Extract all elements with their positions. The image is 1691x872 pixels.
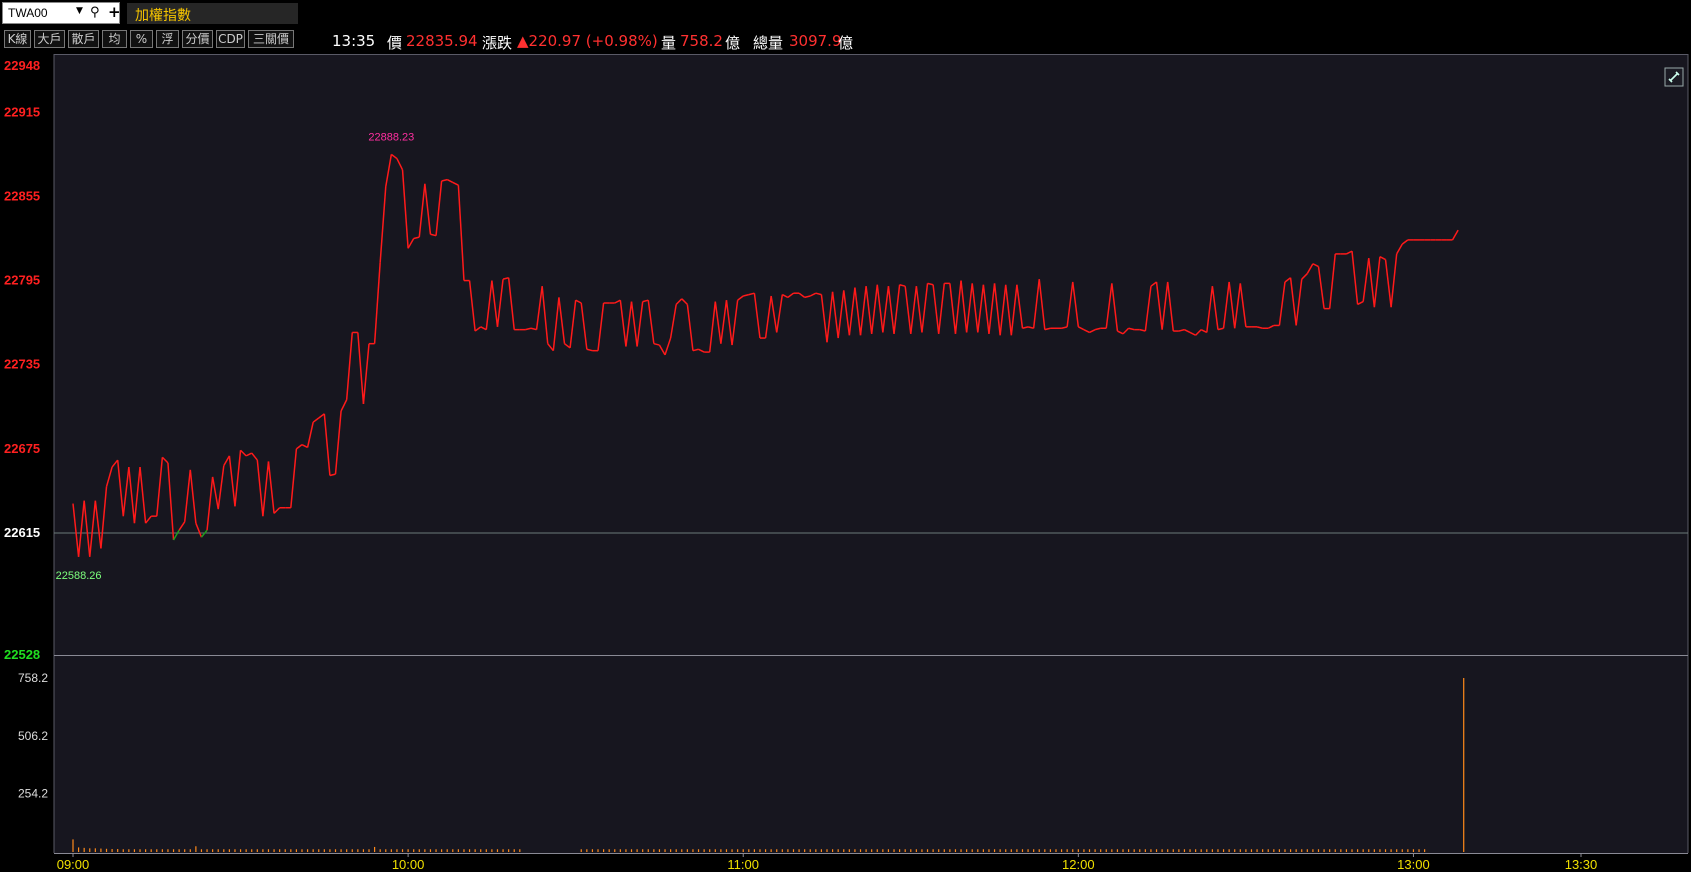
price-label: 價: [387, 34, 403, 52]
x-tick-label: 12:00: [1062, 857, 1095, 872]
y-tick-label: 22615: [4, 525, 40, 540]
volume-value: 758.2: [680, 32, 723, 50]
y-tick-label: 22855: [4, 188, 40, 203]
y-tick-label: 22735: [4, 357, 40, 372]
y-tick-label: 22795: [4, 273, 40, 288]
search-icon[interactable]: ⚲: [90, 5, 100, 20]
change-value: ▲220.97 (+0.98%): [517, 32, 658, 50]
y-tick-label: 22528: [4, 647, 40, 662]
add-icon[interactable]: +: [108, 3, 121, 21]
average-button[interactable]: 均: [102, 30, 127, 48]
index-name-box: 加權指數: [127, 3, 298, 24]
index-name: 加權指數: [135, 8, 191, 24]
x-tick-label: 13:00: [1397, 857, 1430, 872]
quote-time: 13:35: [332, 32, 376, 50]
chart-toolbar: K線 大戶 散戶 均 % 浮 分價 CDP 三關價 13:35 價 22835.…: [0, 26, 1691, 54]
x-tick-label: 09:00: [57, 857, 90, 872]
change-label: 漲跌: [482, 34, 513, 52]
total-volume-label: 總量: [753, 34, 784, 52]
symbol-selector[interactable]: TWA00 ▼ ⚲ +: [2, 2, 121, 24]
volume-tick-label: 506.2: [18, 729, 48, 743]
low-price-label: 22588.26: [56, 570, 102, 582]
x-tick-label: 13:30: [1565, 857, 1598, 872]
top-bar: TWA00 ▼ ⚲ + 加權指數: [0, 0, 1691, 24]
cdp-button[interactable]: CDP: [216, 30, 245, 48]
y-tick-label: 22948: [4, 58, 40, 73]
three-levels-button[interactable]: 三關價: [248, 30, 294, 48]
volume-label: 量: [661, 34, 677, 52]
retail-button[interactable]: 散戶: [68, 30, 99, 48]
k-line-button[interactable]: K線: [4, 30, 31, 48]
major-holders-button[interactable]: 大戶: [34, 30, 65, 48]
y-tick-label: 22915: [4, 104, 40, 119]
volume-tick-label: 254.2: [18, 787, 48, 801]
x-tick-label: 10:00: [392, 857, 425, 872]
intraday-chart: 22948 22915 22855 22795 22735 22675 22615 22528…: [4, 54, 1689, 872]
volume-unit: 億: [725, 34, 741, 52]
float-button[interactable]: 浮: [156, 30, 179, 48]
symbol-code[interactable]: TWA00: [8, 6, 48, 20]
price-distribution-button[interactable]: 分價: [182, 30, 213, 48]
total-volume-unit: 億: [838, 34, 854, 52]
price-value: 22835.94: [406, 32, 478, 50]
percent-button[interactable]: %: [130, 30, 153, 48]
plot-background: [54, 54, 1688, 853]
link-icon[interactable]: [1664, 67, 1684, 87]
x-tick-label: 11:00: [727, 857, 759, 872]
chevron-down-icon[interactable]: ▼: [76, 6, 83, 16]
high-price-label: 22888.23: [368, 131, 414, 143]
volume-tick-label: 758.2: [18, 671, 48, 685]
total-volume-value: 3097.9: [789, 32, 842, 50]
y-tick-label: 22675: [4, 441, 40, 456]
